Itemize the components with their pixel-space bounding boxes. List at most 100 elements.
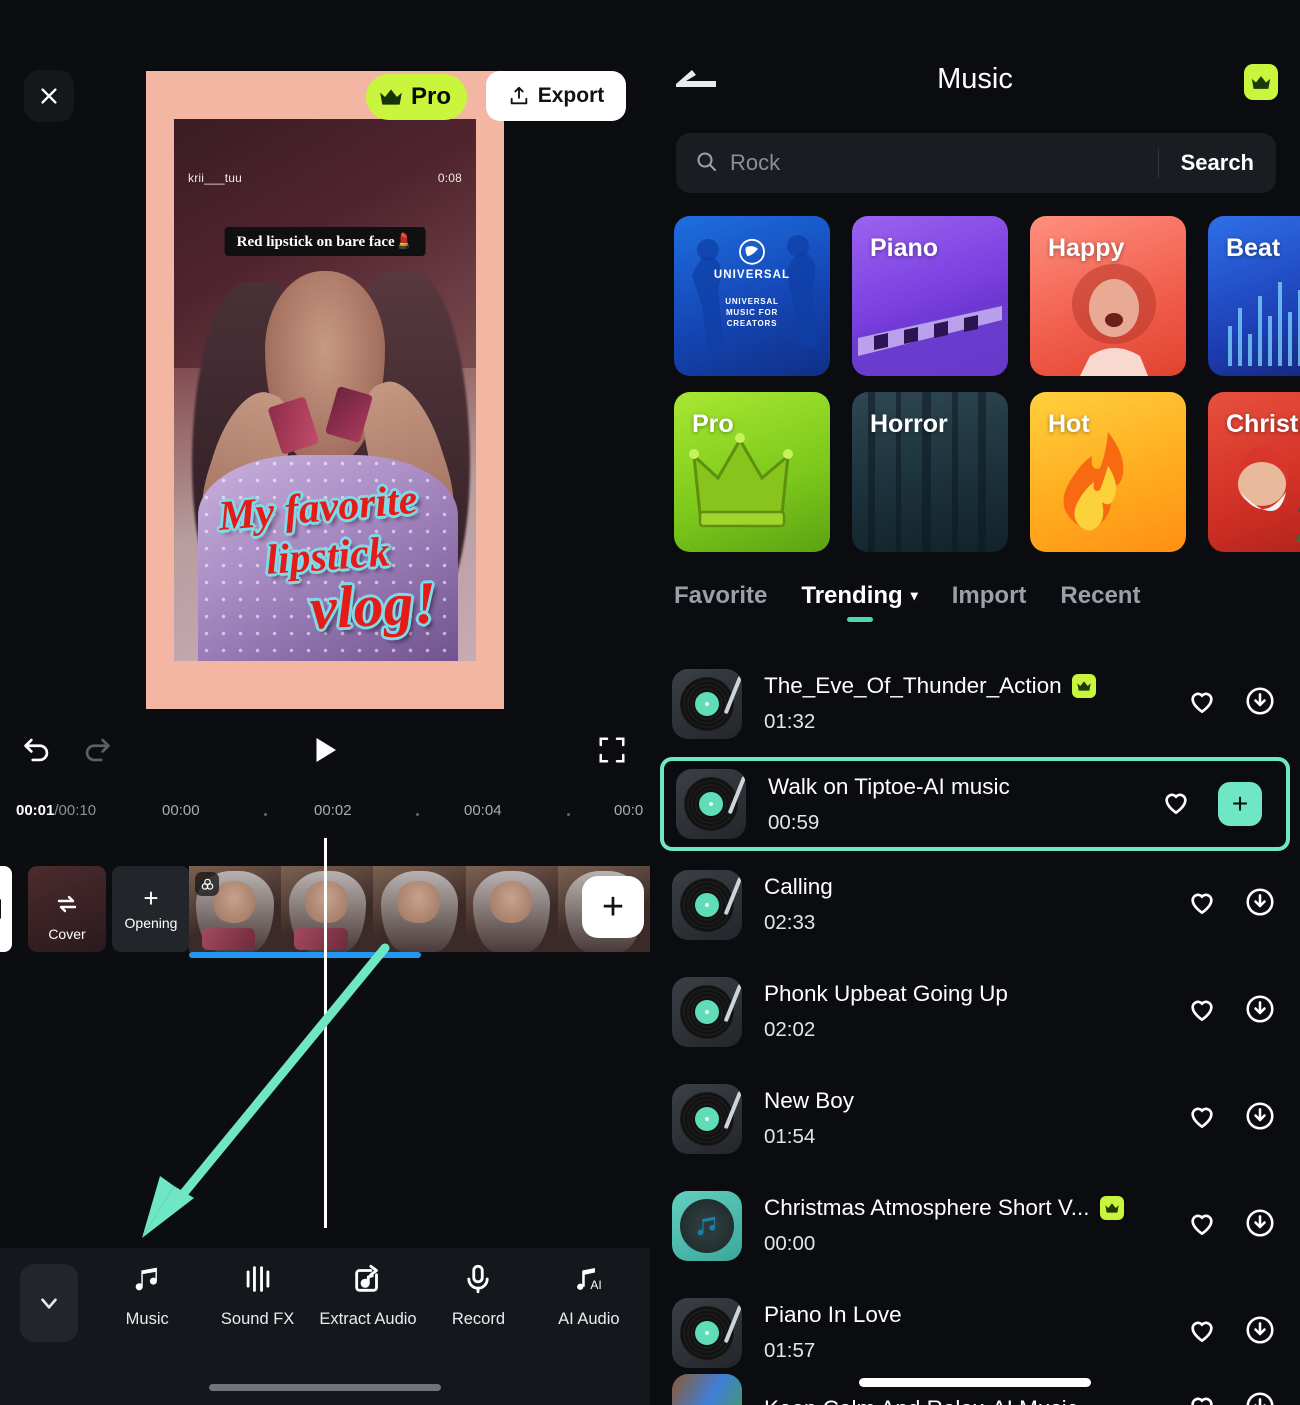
- undo-icon[interactable]: [20, 733, 54, 772]
- lipstick-emoji-icon: 💄: [394, 232, 414, 250]
- tab-import[interactable]: Import: [952, 582, 1027, 624]
- category-label: Christm: [1226, 410, 1300, 438]
- category-card-piano[interactable]: Piano: [852, 216, 1008, 376]
- list-item[interactable]: Calling 02:33: [650, 851, 1300, 958]
- category-label: Pro: [692, 410, 734, 438]
- timeline-ruler: 00:01/00:10 00:00 00:02 00:04 00:0: [0, 786, 650, 838]
- clip-trim-handle-left[interactable]: [0, 866, 12, 952]
- download-icon[interactable]: [1244, 1390, 1276, 1405]
- category-card-happy[interactable]: Happy: [1030, 216, 1186, 376]
- list-item[interactable]: Phonk Upbeat Going Up 02:02: [650, 958, 1300, 1065]
- tool-label: Music: [125, 1310, 169, 1328]
- video-username: krii___tuu: [188, 171, 243, 185]
- cover-label: Cover: [48, 926, 86, 942]
- preview-stage: krii___tuu 0:08 Red lipstick on bare fac…: [0, 0, 650, 718]
- home-indicator: [209, 1384, 441, 1391]
- crown-icon: [1071, 674, 1096, 698]
- download-icon[interactable]: [1244, 1207, 1276, 1244]
- favorite-heart-icon[interactable]: [1186, 993, 1218, 1030]
- category-card-beat[interactable]: Beat: [1208, 216, 1300, 376]
- pro-upgrade-button[interactable]: Pro: [366, 74, 468, 120]
- song-list[interactable]: The_Eve_Of_Thunder_Action 01:32 Walk on …: [650, 650, 1300, 1386]
- app-screen: krii___tuu 0:08 Red lipstick on bare fac…: [0, 0, 1300, 1405]
- search-bar[interactable]: Search: [676, 133, 1276, 193]
- tab-favorite[interactable]: Favorite: [674, 582, 767, 624]
- fullscreen-icon[interactable]: [597, 735, 627, 770]
- song-info: Walk on Tiptoe-AI music 00:59: [768, 774, 1160, 835]
- home-indicator: [859, 1378, 1091, 1387]
- timeline-total-time: /00:10: [54, 802, 97, 819]
- audio-toolbar: Music Sound FX Extract Audio Record AI A…: [0, 1248, 650, 1405]
- favorite-heart-icon[interactable]: [1160, 786, 1192, 823]
- search-icon: [694, 149, 718, 178]
- add-clip-button[interactable]: +: [582, 876, 644, 938]
- list-item[interactable]: New Boy 01:54: [650, 1065, 1300, 1172]
- favorite-heart-icon[interactable]: [1186, 685, 1218, 722]
- song-info: Calling 02:33: [764, 874, 1186, 935]
- song-title-row: Piano In Love: [764, 1302, 1186, 1328]
- video-frame: krii___tuu 0:08 Red lipstick on bare fac…: [174, 119, 476, 661]
- category-card-christmas[interactable]: Christm: [1208, 392, 1300, 552]
- favorite-heart-icon[interactable]: [1186, 1314, 1218, 1351]
- favorite-heart-icon[interactable]: [1186, 1390, 1218, 1405]
- tab-recent[interactable]: Recent: [1060, 582, 1140, 624]
- album-art: [672, 668, 742, 739]
- list-item[interactable]: The_Eve_Of_Thunder_Action 01:32: [650, 650, 1300, 757]
- song-title: Phonk Upbeat Going Up: [764, 981, 1008, 1006]
- tool-ai-audio[interactable]: AI AI Audio: [534, 1262, 644, 1328]
- list-item[interactable]: Christmas Atmosphere Short V... 00:00: [650, 1172, 1300, 1279]
- search-input[interactable]: [730, 150, 1158, 176]
- tab-label: Import: [951, 582, 1027, 609]
- tool-extract-audio[interactable]: Extract Audio: [313, 1262, 423, 1328]
- play-icon[interactable]: [306, 732, 342, 773]
- download-icon[interactable]: [1244, 886, 1276, 923]
- crown-icon: [1099, 1196, 1124, 1220]
- search-button[interactable]: Search: [1159, 150, 1276, 176]
- category-card-pro[interactable]: Pro: [674, 392, 830, 552]
- favorite-heart-icon[interactable]: [1186, 1100, 1218, 1137]
- song-info: Christmas Atmosphere Short V... 00:00: [764, 1195, 1186, 1256]
- category-carousel[interactable]: UNIVERSAL UNIVERSAL MUSIC FOR CREATORS P…: [650, 216, 1300, 568]
- svg-text:AI: AI: [590, 1278, 601, 1292]
- song-info: Piano In Love 01:57: [764, 1302, 1186, 1363]
- equalizer-icon: [241, 1262, 275, 1301]
- song-duration: 02:02: [764, 1018, 816, 1041]
- crown-icon[interactable]: [1244, 64, 1278, 100]
- transport-controls: [0, 718, 650, 786]
- list-item-selected[interactable]: Walk on Tiptoe-AI music 00:59 +: [660, 757, 1290, 851]
- category-card-horror[interactable]: Horror: [852, 392, 1008, 552]
- download-icon[interactable]: [1244, 1314, 1276, 1351]
- category-label: Beat: [1226, 234, 1281, 262]
- tab-trending[interactable]: Trending ▾: [801, 582, 918, 624]
- tool-music[interactable]: Music: [92, 1262, 202, 1328]
- song-title-row: Calling: [764, 874, 1186, 900]
- song-title-row: Keep Calm And Relax-AI Music: [764, 1396, 1186, 1405]
- song-info: New Boy 01:54: [764, 1088, 1186, 1149]
- download-icon[interactable]: [1244, 1100, 1276, 1137]
- redo-icon[interactable]: [80, 733, 114, 772]
- opening-label: Opening: [124, 915, 178, 931]
- timeline-current-time: 00:01/00:10: [16, 802, 97, 819]
- video-timestamp: 0:08: [437, 171, 462, 185]
- song-duration: 01:54: [764, 1125, 816, 1148]
- panel-header: Music: [650, 0, 1300, 128]
- tool-record[interactable]: Record: [423, 1262, 533, 1328]
- song-title: Calling: [764, 874, 833, 899]
- favorite-heart-icon[interactable]: [1186, 1207, 1218, 1244]
- export-button[interactable]: Export: [486, 71, 626, 121]
- close-icon[interactable]: [24, 70, 74, 122]
- song-actions: +: [1160, 782, 1286, 826]
- video-canvas[interactable]: krii___tuu 0:08 Red lipstick on bare fac…: [146, 71, 504, 709]
- favorite-heart-icon[interactable]: [1186, 886, 1218, 923]
- filter-icon[interactable]: [195, 872, 219, 896]
- chevron-down-icon[interactable]: [20, 1264, 78, 1342]
- add-song-button[interactable]: +: [1218, 782, 1262, 826]
- download-icon[interactable]: [1244, 685, 1276, 722]
- category-card-hot[interactable]: Hot: [1030, 392, 1186, 552]
- annotation-arrow: [142, 943, 390, 1238]
- song-duration: 02:33: [764, 911, 816, 934]
- category-card-universal[interactable]: UNIVERSAL UNIVERSAL MUSIC FOR CREATORS: [674, 216, 830, 376]
- tool-sound-fx[interactable]: Sound FX: [202, 1262, 312, 1328]
- download-icon[interactable]: [1244, 993, 1276, 1030]
- cover-button[interactable]: Cover: [28, 866, 106, 952]
